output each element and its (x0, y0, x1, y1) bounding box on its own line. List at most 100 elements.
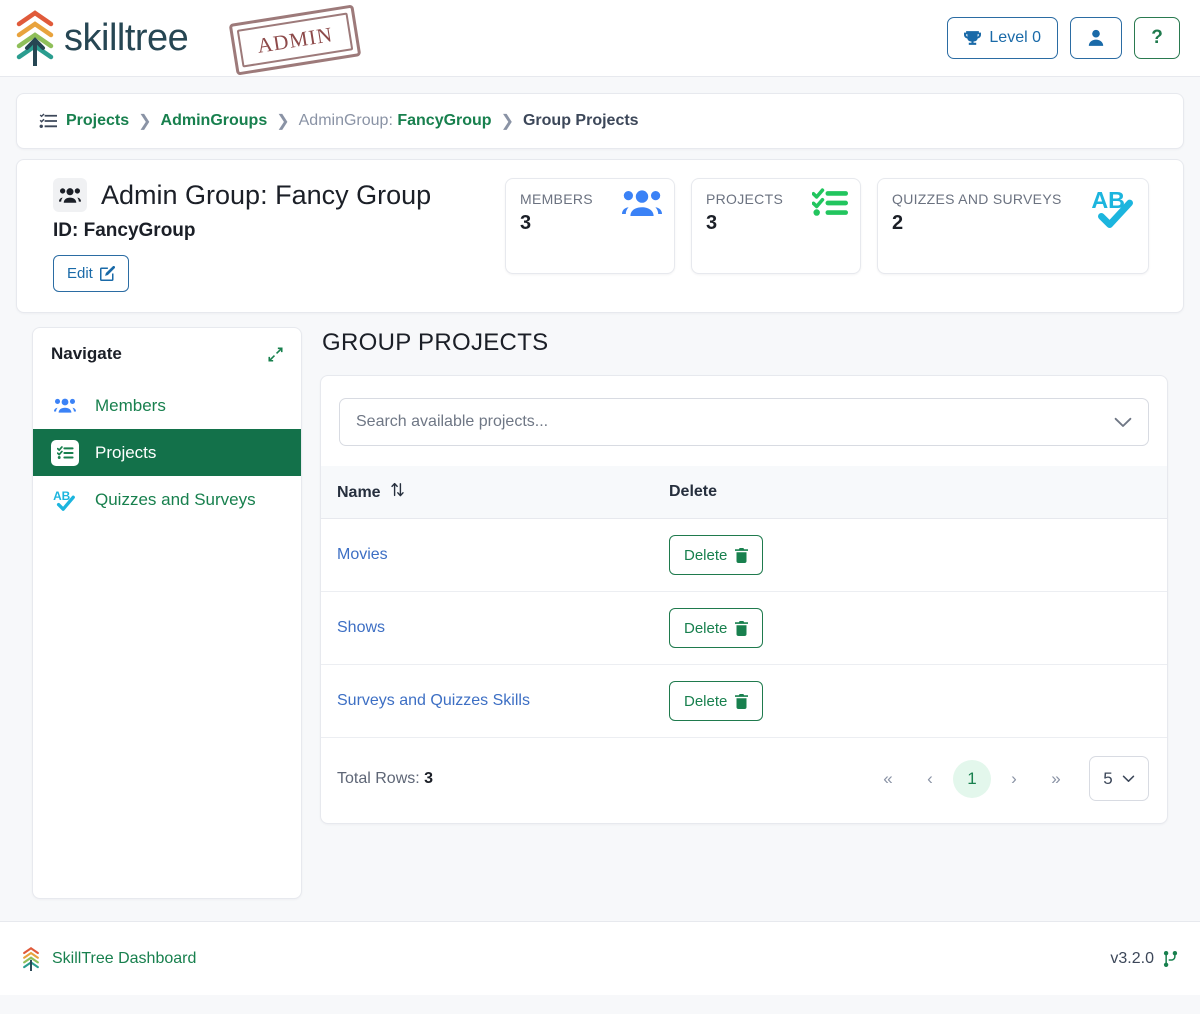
breadcrumb-item-admingroup[interactable]: AdminGroup: FancyGroup (299, 112, 492, 130)
sidebar-item-label: Projects (95, 442, 157, 462)
breadcrumb-separator: ❯ (138, 113, 152, 130)
user-icon (1088, 29, 1104, 46)
sidebar-icon-wrapper (51, 439, 79, 466)
question-mark-icon: ? (1151, 27, 1163, 48)
search-area: Search available projects... (321, 376, 1167, 466)
total-rows: Total Rows: 3 (337, 770, 433, 788)
level-button-label: Level 0 (989, 29, 1041, 46)
delete-button-label: Delete (684, 619, 728, 637)
footer-version: v3.2.0 (1110, 949, 1154, 967)
breadcrumb-item-fancygroup[interactable]: FancyGroup (397, 112, 491, 129)
breadcrumb-item-current: Group Projects (522, 112, 639, 129)
brand-name: skilltree (64, 16, 189, 59)
table-body: Movies Delete Shows Delete Surveys and Q… (321, 518, 1167, 738)
level-button[interactable]: Level 0 (947, 17, 1058, 59)
table-row: Movies Delete (321, 518, 1167, 592)
sidebar-item-label: Members (95, 395, 166, 415)
help-button[interactable]: ? (1134, 17, 1180, 59)
trash-icon (735, 547, 749, 563)
search-input[interactable]: Search available projects... (339, 398, 1149, 446)
breadcrumb-separator: ❯ (276, 113, 290, 130)
pagination-controls: « ‹ 1 › » 5 (869, 756, 1149, 801)
chevron-down-icon (1122, 775, 1134, 782)
stat-card-quizzes-and-surveys: QUIZZES AND SURVEYS 2 AB (877, 178, 1149, 274)
table-row: Surveys and Quizzes Skills Delete (321, 664, 1167, 738)
trash-icon (735, 693, 749, 709)
body-columns: Navigate Members Projects AB Quizzes and… (16, 313, 1184, 899)
pagination: Total Rows: 3 « ‹ 1 › » 5 (321, 738, 1167, 823)
project-link[interactable]: Movies (337, 546, 388, 563)
double-chevron-right-icon[interactable]: » (1037, 760, 1075, 798)
ab-check-icon: AB (51, 489, 79, 511)
stat-card-projects: PROJECTS 3 (691, 178, 861, 274)
navigate-panel-items: Members Projects AB Quizzes and Surveys (33, 382, 301, 523)
users-icon (622, 188, 662, 223)
breadcrumb-item-prefix: AdminGroup: (298, 112, 393, 129)
footer-right: v3.2.0 (1110, 950, 1178, 968)
breadcrumb-item-admingroups[interactable]: AdminGroups (161, 112, 268, 130)
tasks-checklist-icon (811, 188, 848, 223)
table-row: Shows Delete (321, 591, 1167, 665)
navigate-panel: Navigate Members Projects AB Quizzes and… (32, 327, 302, 899)
trophy-icon (964, 30, 982, 45)
page-root: skilltree ADMIN Level 0 ? Projects ❯ Adm… (0, 0, 1200, 1014)
users-icon (51, 397, 79, 414)
group-header-card: Admin Group: Fancy Group ID: FancyGroup … (16, 159, 1184, 313)
search-placeholder: Search available projects... (356, 413, 549, 430)
total-rows-label: Total Rows: (337, 769, 420, 787)
delete-button[interactable]: Delete (669, 681, 764, 721)
section-title: GROUP PROJECTS (322, 329, 549, 356)
group-projects-card: Search available projects... Name Delete… (320, 375, 1168, 824)
project-link[interactable]: Surveys and Quizzes Skills (337, 692, 530, 709)
column-header-name-label: Name (337, 484, 381, 501)
page-button-1[interactable]: 1 (953, 759, 991, 798)
delete-button[interactable]: Delete (669, 608, 764, 648)
group-id-label: ID: FancyGroup (53, 220, 196, 241)
delete-button-label: Delete (684, 546, 728, 564)
pencil-square-icon (99, 266, 115, 281)
admin-stamp: ADMIN (228, 4, 362, 76)
footer-left: SkillTree Dashboard (22, 946, 196, 972)
page-title: Admin Group: Fancy Group (101, 179, 432, 210)
sidebar-item-members[interactable]: Members (33, 382, 301, 429)
group-header-left: Admin Group: Fancy Group ID: FancyGroup … (37, 178, 431, 292)
sidebar-item-label: Quizzes and Surveys (95, 489, 256, 509)
projects-table: Name Delete Movies Delete Shows Delete S… (321, 466, 1167, 738)
per-page-select[interactable]: 5 (1089, 756, 1149, 801)
column-header-name[interactable]: Name (321, 466, 669, 519)
main-column: GROUP PROJECTS Search available projects… (320, 327, 1168, 899)
edit-button-label: Edit (67, 265, 93, 282)
chevron-right-icon[interactable]: › (995, 760, 1033, 798)
per-page-value: 5 (1103, 768, 1113, 788)
edit-button[interactable]: Edit (53, 255, 129, 292)
delete-button-label: Delete (684, 692, 728, 710)
breadcrumb-item-projects[interactable]: Projects (66, 112, 129, 130)
total-rows-value: 3 (424, 769, 434, 787)
skilltree-chevron-logo (16, 10, 54, 66)
list-check-icon (39, 113, 57, 128)
chevron-left-icon[interactable]: ‹ (911, 760, 949, 798)
column-header-delete: Delete (669, 466, 1167, 519)
chevron-down-icon[interactable] (1114, 417, 1132, 428)
users-group-icon (53, 178, 87, 212)
code-branch-icon (1163, 950, 1178, 967)
double-chevron-left-icon[interactable]: « (869, 760, 907, 798)
compress-arrows-icon[interactable] (268, 346, 283, 362)
app-header: skilltree ADMIN Level 0 ? (0, 0, 1200, 77)
delete-button[interactable]: Delete (669, 535, 764, 575)
skilltree-chevron-logo (23, 946, 39, 971)
brand-logo-area[interactable]: skilltree ADMIN (14, 4, 362, 76)
sidebar-item-projects[interactable]: Projects (33, 429, 301, 476)
trash-icon (735, 620, 749, 636)
navigate-panel-title: Navigate (51, 344, 122, 363)
footer-dashboard-link[interactable]: SkillTree Dashboard (52, 950, 196, 968)
app-footer: SkillTree Dashboard v3.2.0 (0, 921, 1200, 995)
ab-check-icon: AB (1090, 187, 1136, 233)
project-link[interactable]: Shows (337, 619, 385, 636)
tasks-checklist-icon (51, 439, 79, 466)
stat-cards: MEMBERS 3 PROJECTS 3 QUIZZES AND SURVEYS… (505, 178, 1163, 274)
sort-arrows-icon[interactable] (391, 482, 404, 502)
header-actions: Level 0 ? (947, 17, 1180, 59)
user-menu-button[interactable] (1070, 17, 1122, 59)
sidebar-item-quizzes-and-surveys[interactable]: AB Quizzes and Surveys (33, 476, 301, 523)
